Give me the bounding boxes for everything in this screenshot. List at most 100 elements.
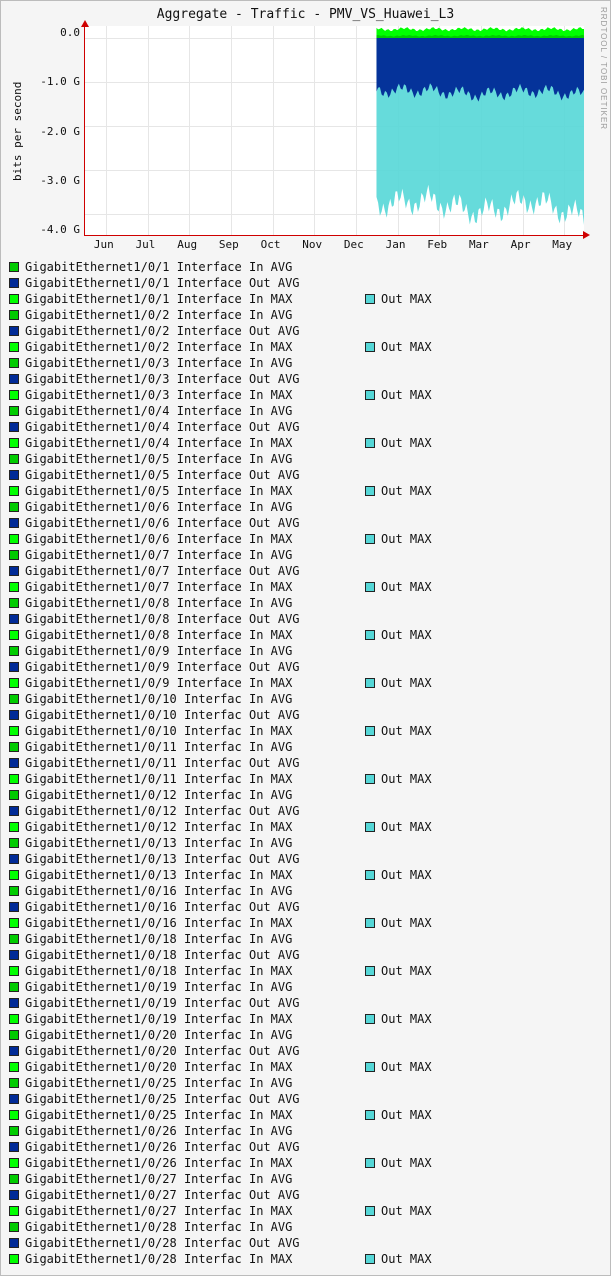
legend-label: Out MAX [381,291,432,307]
legend-row: GigabitEthernet1/0/8 Interface In MAXOut… [9,627,602,643]
legend-swatch-icon [365,1158,375,1168]
legend-swatch-icon [9,966,19,976]
legend-label: GigabitEthernet1/0/10 Interfac In AVG [25,691,365,707]
legend-row: GigabitEthernet1/0/8 Interface In AVG [9,595,602,611]
legend-row: GigabitEthernet1/0/28 Interfac Out AVG [9,1235,602,1251]
legend-label: GigabitEthernet1/0/25 Interfac In AVG [25,1075,365,1091]
legend-swatch-icon [9,1174,19,1184]
legend-swatch-icon [365,1014,375,1024]
legend-label: Out MAX [381,1059,432,1075]
legend-label: GigabitEthernet1/0/1 Interface In MAX [25,291,365,307]
legend-label: GigabitEthernet1/0/18 Interfac In MAX [25,963,365,979]
legend-label: Out MAX [381,531,432,547]
y-axis-label: bits per second [9,26,24,236]
legend-swatch-icon [9,822,19,832]
legend-row: GigabitEthernet1/0/9 Interface Out AVG [9,659,602,675]
legend-label: GigabitEthernet1/0/16 Interfac In AVG [25,883,365,899]
legend-row: GigabitEthernet1/0/18 Interfac In MAX Out… [9,963,602,979]
legend-swatch-icon [9,390,19,400]
legend-swatch-icon [9,774,19,784]
legend-swatch-icon [365,1254,375,1264]
legend-row: GigabitEthernet1/0/10 Interfac Out AVG [9,707,602,723]
legend-label: GigabitEthernet1/0/26 Interfac In MAX [25,1155,365,1171]
legend-label: GigabitEthernet1/0/11 Interfac In AVG [25,739,365,755]
legend-swatch-icon [9,518,19,528]
legend-swatch-icon [9,902,19,912]
legend-swatch-icon [9,1142,19,1152]
legend-label: Out MAX [381,963,432,979]
legend-label: Out MAX [381,723,432,739]
legend-row: GigabitEthernet1/0/19 Interfac In MAXOut… [9,1011,602,1027]
legend-swatch-icon [9,534,19,544]
legend-label: GigabitEthernet1/0/5 Interface In AVG [25,451,365,467]
legend-swatch-icon [365,438,375,448]
legend-swatch-icon [9,998,19,1008]
legend-swatch-icon [9,790,19,800]
legend-label: Out MAX [381,339,432,355]
legend-swatch-icon [9,326,19,336]
legend-label: GigabitEthernet1/0/3 Interface In AVG [25,355,365,371]
axis-arrow-right-icon [583,231,590,239]
legend-swatch-icon [9,1222,19,1232]
legend-swatch-icon [9,1078,19,1088]
legend-row: GigabitEthernet1/0/27 Interfac Out AVG [9,1187,602,1203]
legend-label: GigabitEthernet1/0/2 Interface In MAX [25,339,365,355]
legend-row: GigabitEthernet1/0/9 Interface In MAXOut… [9,675,602,691]
legend-swatch-icon [9,1062,19,1072]
legend-row: GigabitEthernet1/0/5 Interface Out AVG [9,467,602,483]
plot-area [84,26,584,236]
legend-label: Out MAX [381,1155,432,1171]
legend-label: GigabitEthernet1/0/2 Interface Out AVG [25,323,365,339]
legend-row: GigabitEthernet1/0/9 Interface In AVG [9,643,602,659]
legend-swatch-icon [9,1046,19,1056]
legend-label: GigabitEthernet1/0/20 Interfac In AVG [25,1027,365,1043]
legend-row: GigabitEthernet1/0/19 Interfac Out AVG [9,995,602,1011]
legend-swatch-icon [365,1110,375,1120]
legend-row: GigabitEthernet1/0/11 Interfac In AVG [9,739,602,755]
x-tick-label: Sep [208,238,250,251]
legend-label: GigabitEthernet1/0/6 Interface In MAX [25,531,365,547]
legend-swatch-icon [365,390,375,400]
legend-row: GigabitEthernet1/0/7 Interface In MAXOut… [9,579,602,595]
legend: GigabitEthernet1/0/1 Interface In AVGGig… [9,259,602,1267]
legend-label: GigabitEthernet1/0/27 Interfac Out AVG [25,1187,365,1203]
x-tick-label: Jan [375,238,417,251]
y-axis-ticks: 0.0-1.0 G-2.0 G-3.0 G-4.0 G [26,26,84,236]
legend-row: GigabitEthernet1/0/6 Interface In AVG [9,499,602,515]
legend-swatch-icon [365,726,375,736]
legend-label: GigabitEthernet1/0/7 Interface In MAX [25,579,365,595]
rrd-graph-container: RRDTOOL / TOBI OETIKER Aggregate - Traff… [0,0,611,1276]
legend-swatch-icon [9,374,19,384]
x-tick-label: Jul [125,238,167,251]
legend-label: Out MAX [381,1107,432,1123]
legend-label: GigabitEthernet1/0/27 Interfac In AVG [25,1171,365,1187]
legend-swatch-icon [365,486,375,496]
legend-row: GigabitEthernet1/0/20 Interfac In AVG [9,1027,602,1043]
legend-label: GigabitEthernet1/0/12 Interfac Out AVG [25,803,365,819]
legend-swatch-icon [9,710,19,720]
legend-swatch-icon [9,358,19,368]
legend-label: GigabitEthernet1/0/18 Interfac In AVG [25,931,365,947]
legend-swatch-icon [9,550,19,560]
legend-label: Out MAX [381,675,432,691]
legend-label: GigabitEthernet1/0/2 Interface In AVG [25,307,365,323]
legend-swatch-icon [9,470,19,480]
legend-label: GigabitEthernet1/0/7 Interface Out AVG [25,563,365,579]
y-tick-label: -4.0 G [26,223,80,236]
legend-swatch-icon [9,1254,19,1264]
legend-row: GigabitEthernet1/0/20 Interfac In MAXOut… [9,1059,602,1075]
legend-row: GigabitEthernet1/0/1 Interface Out AVG [9,275,602,291]
legend-label: GigabitEthernet1/0/10 Interfac Out AVG [25,707,365,723]
legend-label: GigabitEthernet1/0/4 Interface In AVG [25,403,365,419]
watermark-text: RRDTOOL / TOBI OETIKER [599,7,608,130]
legend-swatch-icon [9,454,19,464]
legend-swatch-icon [9,646,19,656]
legend-swatch-icon [9,694,19,704]
legend-label: Out MAX [381,1011,432,1027]
legend-row: GigabitEthernet1/0/4 Interface Out AVG [9,419,602,435]
legend-swatch-icon [9,294,19,304]
legend-row: GigabitEthernet1/0/26 Interfac Out AVG [9,1139,602,1155]
traffic-svg [85,26,584,235]
x-tick-label: Mar [458,238,500,251]
legend-label: GigabitEthernet1/0/1 Interface In AVG [25,259,365,275]
